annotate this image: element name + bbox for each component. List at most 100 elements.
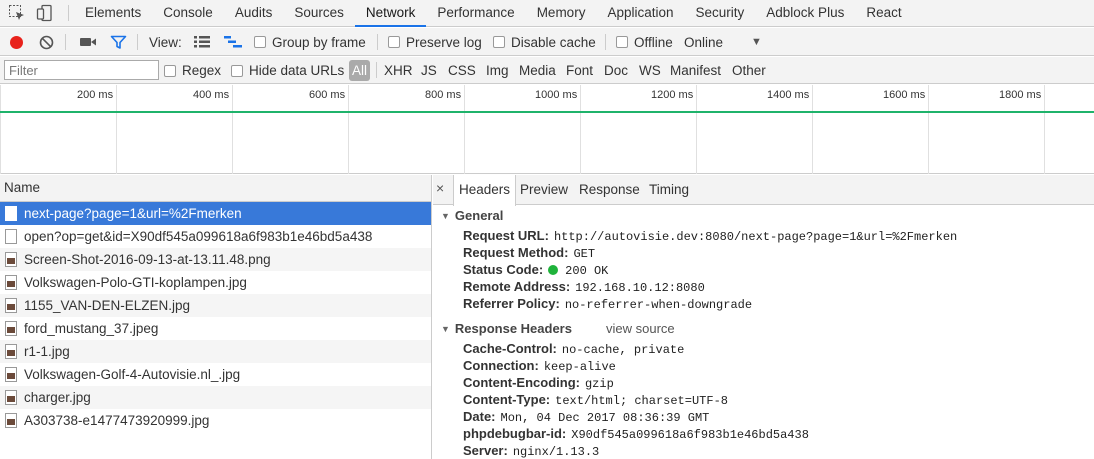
filter-bar: Regex Hide data URLs All XHR JS CSS Img …: [0, 57, 1094, 84]
type-filter-js[interactable]: JS: [419, 60, 439, 81]
type-filter-img[interactable]: Img: [484, 60, 511, 81]
checkbox-box[interactable]: [388, 36, 400, 48]
close-icon[interactable]: ×: [436, 180, 444, 196]
hide-data-urls-checkbox[interactable]: Hide data URLs: [231, 57, 344, 84]
timeline-tick-label: 1800 ms: [999, 89, 1042, 101]
checkbox-box[interactable]: [493, 36, 505, 48]
header-row: Request Method: GET: [463, 245, 595, 261]
tab-application[interactable]: Application: [596, 0, 684, 27]
capture-screenshots-button[interactable]: [79, 28, 97, 56]
tab-console[interactable]: Console: [152, 0, 224, 27]
request-name: open?op=get&id=X90df545a099618a6f983b1e4…: [24, 229, 373, 244]
throttling-value: Online: [684, 34, 724, 50]
chevron-down-icon[interactable]: ▼: [751, 28, 762, 56]
request-name: Volkswagen-Polo-GTI-koplampen.jpg: [24, 275, 247, 290]
timeline-tick-label: 1600 ms: [883, 89, 926, 101]
throttling-select[interactable]: Online: [684, 28, 723, 56]
overview-button[interactable]: [224, 28, 242, 56]
regex-checkbox[interactable]: Regex: [164, 57, 221, 84]
type-filter-css[interactable]: CSS: [446, 60, 478, 81]
image-file-icon: [5, 367, 17, 382]
request-row[interactable]: Screen-Shot-2016-09-13-at-13.11.48.png: [0, 248, 431, 271]
expand-triangle-icon: ▼: [441, 324, 450, 334]
type-filter-xhr[interactable]: XHR: [382, 60, 415, 81]
request-row[interactable]: charger.jpg: [0, 386, 431, 409]
tab-memory[interactable]: Memory: [526, 0, 597, 27]
tab-response[interactable]: Response: [574, 175, 645, 205]
tab-headers[interactable]: Headers: [453, 175, 517, 206]
header-key: phpdebugbar-id:: [463, 426, 567, 441]
offline-checkbox[interactable]: Offline: [616, 28, 673, 56]
header-key: Status Code:: [463, 262, 544, 277]
request-row[interactable]: open?op=get&id=X90df545a099618a6f983b1e4…: [0, 225, 431, 248]
name-column-header[interactable]: Name: [0, 175, 431, 202]
tab-security[interactable]: Security: [685, 0, 756, 27]
view-source-link[interactable]: view source: [606, 321, 675, 336]
header-row: Status Code: 200 OK: [463, 262, 608, 278]
response-headers-section-header[interactable]: ▼ Response Headers: [441, 321, 572, 336]
request-name: 1155_VAN-DEN-ELZEN.jpg: [24, 298, 191, 313]
request-row[interactable]: next-page?page=1&url=%2Fmerken: [0, 202, 431, 225]
timeline-tick-label: 1400 ms: [767, 89, 810, 101]
checkbox-box[interactable]: [164, 64, 176, 77]
header-key: Remote Address:: [463, 279, 571, 294]
large-rows-button[interactable]: [194, 28, 210, 56]
header-key: Server:: [463, 443, 508, 458]
general-section-header[interactable]: ▼ General: [441, 208, 503, 223]
record-button[interactable]: [10, 28, 23, 56]
record-icon: [10, 35, 23, 49]
image-file-icon: [5, 344, 17, 359]
checkbox-box[interactable]: [231, 64, 243, 77]
type-filter-doc[interactable]: Doc: [602, 60, 630, 81]
type-filter-media[interactable]: Media: [517, 60, 558, 81]
tab-react[interactable]: React: [855, 0, 912, 27]
timeline-gridline: [348, 85, 349, 174]
device-toolbar-icon[interactable]: [36, 4, 54, 25]
timeline-overview[interactable]: 200 ms 400 ms 600 ms 800 ms 1000 ms 1200…: [0, 85, 1094, 174]
tab-elements[interactable]: Elements: [74, 0, 152, 27]
preserve-log-checkbox[interactable]: Preserve log: [388, 28, 482, 56]
devtools-tabbar: Elements Console Audits Sources Network …: [0, 0, 1094, 27]
request-name: Screen-Shot-2016-09-13-at-13.11.48.png: [24, 252, 271, 267]
devtools-icons: [8, 4, 54, 25]
type-filter-other[interactable]: Other: [730, 60, 768, 81]
filter-toggle-button[interactable]: [110, 28, 127, 56]
tab-timing[interactable]: Timing: [644, 175, 694, 205]
type-filter-font[interactable]: Font: [564, 60, 595, 81]
tab-adblock-plus[interactable]: Adblock Plus: [755, 0, 855, 27]
request-row[interactable]: ford_mustang_37.jpeg: [0, 317, 431, 340]
request-row[interactable]: A303738-e1477473920999.jpg: [0, 409, 431, 432]
request-list: Name next-page?page=1&url=%2Fmerken open…: [0, 175, 432, 459]
header-value: 192.168.10.12:8080: [575, 281, 705, 295]
header-value: nginx/1.13.3: [512, 445, 600, 459]
type-filter-all[interactable]: All: [349, 60, 371, 81]
header-value: text/html; charset=UTF-8: [555, 394, 728, 408]
request-row[interactable]: 1155_VAN-DEN-ELZEN.jpg: [0, 294, 431, 317]
tab-performance[interactable]: Performance: [426, 0, 525, 27]
request-name: next-page?page=1&url=%2Fmerken: [24, 206, 242, 221]
type-filter-ws[interactable]: WS: [637, 60, 663, 81]
filter-input[interactable]: [4, 60, 159, 80]
toolbar-separator: [377, 34, 378, 50]
tab-audits[interactable]: Audits: [224, 0, 284, 27]
tab-preview[interactable]: Preview: [515, 175, 573, 205]
type-filter-manifest[interactable]: Manifest: [668, 60, 723, 81]
disable-cache-checkbox[interactable]: Disable cache: [493, 28, 596, 56]
offline-label: Offline: [634, 34, 673, 50]
tab-network[interactable]: Network: [354, 0, 427, 27]
group-by-frame-checkbox[interactable]: Group by frame: [254, 28, 366, 56]
checkbox-box[interactable]: [254, 36, 266, 48]
request-row[interactable]: Volkswagen-Polo-GTI-koplampen.jpg: [0, 271, 431, 294]
timeline-gridline: [812, 85, 813, 174]
timeline-gridline: [232, 85, 233, 174]
tab-sources[interactable]: Sources: [283, 0, 355, 27]
video-camera-icon: [80, 38, 96, 46]
inspect-element-icon[interactable]: [8, 4, 26, 25]
clear-button[interactable]: [39, 28, 54, 56]
checkbox-box[interactable]: [616, 36, 628, 48]
timeline-gridline: [928, 85, 929, 174]
request-row[interactable]: r1-1.jpg: [0, 340, 431, 363]
request-row[interactable]: Volkswagen-Golf-4-Autovisie.nl_.jpg: [0, 363, 431, 386]
header-key: Referrer Policy:: [463, 296, 560, 311]
header-value: gzip: [584, 377, 614, 391]
